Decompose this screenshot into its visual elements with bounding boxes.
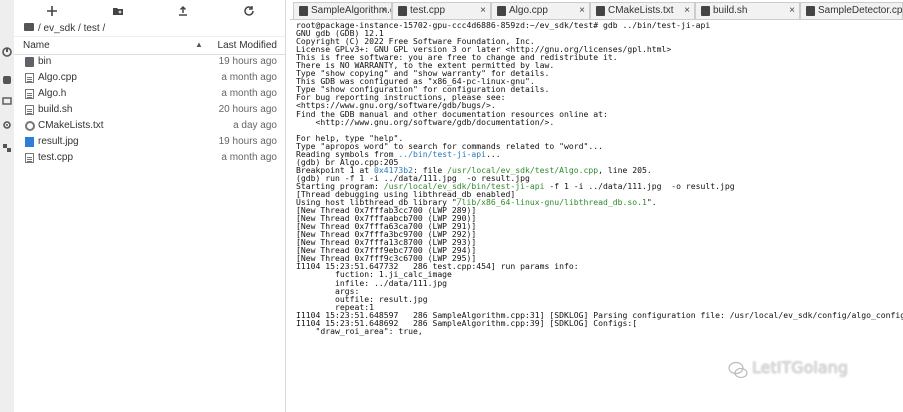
modified-column-header[interactable]: Last Modified [218,40,277,51]
file-row-algo-h[interactable]: Algo.h a month ago [14,86,285,102]
refresh-icon [241,6,257,23]
file-modified: a month ago [221,152,277,163]
file-modified: a month ago [221,88,277,99]
file-browser-toolbar [14,0,285,22]
file-row-cmakelists[interactable]: CMakeLists.txt a day ago [14,118,285,134]
file-row-test-cpp[interactable]: test.cpp a month ago [14,150,285,166]
wechat-icon [728,360,748,380]
file-row-algo-cpp[interactable]: Algo.cpp a month ago [14,70,285,86]
file-name: test.cpp [38,152,74,163]
tab-label: CMakeLists.txt [608,5,674,16]
file-list: bin 19 hours ago Algo.cpp a month ago Al… [14,54,285,166]
file-modified: a month ago [221,72,277,83]
file-row-build-sh[interactable]: build.sh 20 hours ago [14,102,285,118]
tab-label: SampleDetector.cp [818,5,903,16]
activity-rail [0,0,14,412]
tab-build-sh[interactable]: build.sh × [695,2,800,19]
file-icon [25,105,34,115]
file-name: Algo.h [38,88,67,99]
plus-icon [44,6,60,23]
refresh-button[interactable] [241,3,257,19]
file-modified: 20 hours ago [218,104,277,115]
terminal-text: , line 205. [598,164,652,175]
editor-tab-bar: SampleAlgorithm.c × test.cpp × Algo.cpp … [290,0,903,20]
file-modified: 19 hours ago [218,56,277,67]
terminal-text: ... [486,148,501,159]
tab-label: Algo.cpp [509,5,548,16]
new-launcher-button[interactable] [44,3,60,19]
tab-label: SampleAlgorithm.c [311,5,392,16]
file-icon [596,6,605,16]
image-icon [25,137,34,147]
folder-icon [25,57,34,67]
file-icon [25,153,34,163]
settings-icon[interactable] [2,117,12,129]
tab-sample-detector[interactable]: SampleDetector.cp [800,2,903,19]
file-icon [398,6,407,16]
terminal-line: <http://www.gnu.org/software/gdb/documen… [296,116,555,127]
terminal-icon [299,6,308,16]
close-icon[interactable]: × [381,5,387,16]
terminal-line: "draw_roi_area": true, [296,325,423,336]
file-name: build.sh [38,104,73,115]
file-browser: / ev_sdk / test / Name ▲ Last Modified b… [14,0,286,412]
extensions-icon[interactable] [2,140,12,152]
name-column-header[interactable]: Name [23,40,50,51]
terminal-line: infile: ../data/111.jpg [296,277,448,288]
file-icon [497,6,506,16]
terminal-output[interactable]: root@package-instance-15702-gpu-ccc4d688… [290,21,903,412]
folder-icon [24,23,34,32]
settings-file-icon [25,121,35,131]
breadcrumb-path[interactable]: / ev_sdk / test / [38,23,105,34]
file-modified: a day ago [233,120,277,131]
new-folder-button[interactable] [110,3,126,19]
palette-icon[interactable] [2,72,12,84]
file-name: CMakeLists.txt [38,120,104,131]
close-icon[interactable]: × [480,5,486,16]
breadcrumb[interactable]: / ev_sdk / test / [24,23,105,34]
file-row-result-jpg[interactable]: result.jpg 19 hours ago [14,134,285,150]
file-icon [701,6,710,16]
watermark: LetITGolang [728,356,878,386]
file-name: bin [38,56,52,67]
tab-label: test.cpp [410,5,446,16]
watermark-text: LetITGolang [752,358,848,377]
file-icon [25,89,34,99]
file-icon [806,6,815,16]
tab-cmakelists[interactable]: CMakeLists.txt × [590,2,695,19]
upload-button[interactable] [175,3,191,19]
path-text: ../bin/test-ji-api [398,148,487,159]
terminal-text: -f 1 -i ../data/111.jpg -o result.jpg [544,180,735,191]
terminal-text: ". [646,197,657,208]
running-sessions-icon[interactable] [2,44,12,57]
file-row-bin[interactable]: bin 19 hours ago [14,54,285,70]
file-icon [25,73,34,83]
close-icon[interactable]: × [789,5,795,16]
close-icon[interactable]: × [684,5,690,16]
file-list-header: Name ▲ Last Modified [14,36,285,55]
file-modified: 19 hours ago [218,136,277,147]
tabs-icon[interactable] [2,93,12,105]
path-text: /lib/x86_64-linux-gnu/libthread_db.so.1 [456,197,647,208]
folder-plus-icon [110,6,126,23]
tab-algo-cpp[interactable]: Algo.cpp × [491,2,590,19]
file-name: Algo.cpp [38,72,77,83]
close-icon[interactable]: × [579,5,585,16]
file-name: result.jpg [38,136,79,147]
tab-label: build.sh [713,5,748,16]
tab-test-cpp[interactable]: test.cpp × [392,2,491,19]
upload-icon [175,5,191,23]
sort-ascending-icon[interactable]: ▲ [195,40,203,49]
tab-sample-algorithm[interactable]: SampleAlgorithm.c × [293,2,392,19]
terminal-line: outfile: result.jpg [296,293,428,304]
